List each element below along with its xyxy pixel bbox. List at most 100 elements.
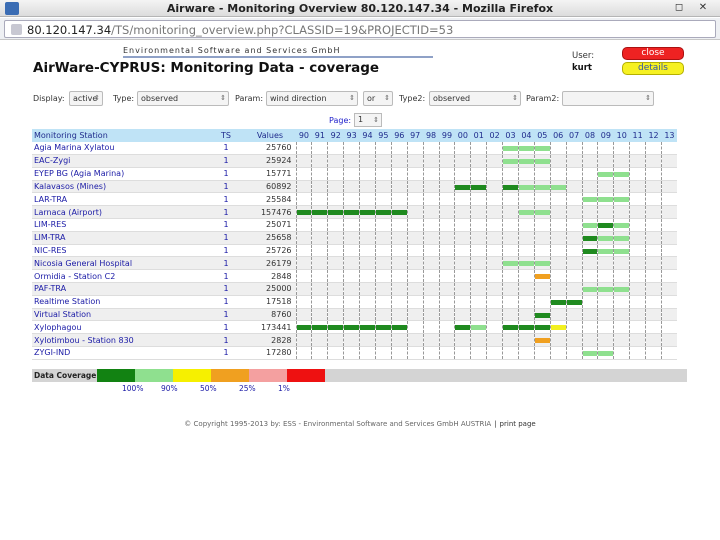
- coverage-bar[interactable]: [518, 145, 534, 151]
- col-header-station[interactable]: Monitoring Station: [32, 129, 204, 142]
- coverage-bar[interactable]: [518, 261, 534, 267]
- coverage-bar[interactable]: [582, 351, 598, 357]
- coverage-bar[interactable]: [614, 171, 630, 177]
- coverage-bar[interactable]: [614, 235, 630, 241]
- station-name-link[interactable]: Xylophagou: [32, 320, 204, 335]
- close-button[interactable]: close: [622, 47, 684, 60]
- values-count: 157476: [248, 205, 296, 220]
- station-name-link[interactable]: Nicosia General Hospital: [32, 256, 204, 271]
- param2-select[interactable]: ⇕: [562, 91, 654, 106]
- coverage-bar[interactable]: [614, 197, 630, 203]
- coverage-bar[interactable]: [503, 184, 518, 190]
- type2-select[interactable]: observed ⇕: [429, 91, 521, 106]
- station-name-link[interactable]: LAR-TRA: [32, 192, 204, 207]
- coverage-bar[interactable]: [534, 145, 550, 151]
- coverage-bar[interactable]: [598, 351, 614, 357]
- coverage-bar[interactable]: [471, 184, 487, 190]
- coverage-bar[interactable]: [598, 197, 614, 203]
- coverage-bar[interactable]: [534, 274, 550, 280]
- coverage-bar[interactable]: [518, 325, 534, 331]
- station-name-link[interactable]: Virtual Station: [32, 308, 204, 322]
- coverage-bar[interactable]: [534, 338, 550, 344]
- coverage-bar[interactable]: [312, 325, 328, 331]
- station-name-link[interactable]: Realtime Station: [32, 295, 204, 309]
- coverage-bar[interactable]: [518, 184, 534, 190]
- coverage-bar[interactable]: [360, 325, 375, 331]
- coverage-bar[interactable]: [534, 210, 550, 216]
- coverage-bar[interactable]: [328, 325, 344, 331]
- coverage-bar[interactable]: [614, 223, 630, 229]
- coverage-bar[interactable]: [391, 325, 407, 331]
- coverage-bar[interactable]: [296, 210, 312, 216]
- year-cell: [311, 180, 328, 194]
- coverage-bar[interactable]: [598, 171, 614, 177]
- coverage-bar[interactable]: [503, 261, 518, 267]
- site-identity-icon[interactable]: [11, 24, 22, 35]
- coverage-bar[interactable]: [344, 325, 360, 331]
- year-header: 97: [407, 129, 424, 142]
- coverage-bar[interactable]: [582, 223, 598, 229]
- coverage-bar[interactable]: [534, 159, 550, 165]
- coverage-bar[interactable]: [598, 235, 614, 241]
- coverage-bar[interactable]: [503, 159, 518, 165]
- coverage-bar[interactable]: [550, 325, 566, 331]
- coverage-bar[interactable]: [471, 325, 487, 331]
- coverage-bar[interactable]: [534, 261, 550, 267]
- coverage-bar[interactable]: [391, 210, 407, 216]
- coverage-bar[interactable]: [614, 248, 630, 254]
- coverage-bar[interactable]: [534, 312, 550, 318]
- year-cell: [470, 320, 487, 335]
- print-page-link[interactable]: print page: [500, 420, 536, 428]
- station-name-link[interactable]: Larnaca (Airport): [32, 205, 204, 220]
- year-cell: [343, 141, 360, 156]
- station-name-link[interactable]: Kalavasos (Mines): [32, 180, 204, 194]
- coverage-bar[interactable]: [582, 287, 598, 293]
- coverage-bar[interactable]: [582, 197, 598, 203]
- coverage-bar[interactable]: [455, 184, 471, 190]
- coverage-bar[interactable]: [344, 210, 360, 216]
- details-button[interactable]: details: [622, 62, 684, 75]
- station-name-link[interactable]: PAF-TRA: [32, 282, 204, 296]
- coverage-bar[interactable]: [598, 248, 614, 254]
- station-name-link[interactable]: Xylotimbou - Station 830: [32, 333, 204, 348]
- coverage-bar[interactable]: [614, 287, 630, 293]
- station-name-link[interactable]: LIM-TRA: [32, 231, 204, 245]
- coverage-bar[interactable]: [360, 210, 375, 216]
- coverage-bar[interactable]: [566, 299, 582, 305]
- address-field[interactable]: 80.120.147.34/TS/monitoring_overview.php…: [4, 20, 716, 38]
- display-select[interactable]: active ⇕: [69, 91, 103, 106]
- coverage-bar[interactable]: [328, 210, 344, 216]
- coverage-bar[interactable]: [503, 325, 518, 331]
- close-window-icon[interactable]: ✕: [696, 1, 710, 15]
- coverage-bar[interactable]: [534, 325, 550, 331]
- coverage-bar[interactable]: [598, 287, 614, 293]
- page-select[interactable]: 1 ⇕: [354, 113, 382, 127]
- station-name-link[interactable]: EYEP BG (Agia Marina): [32, 167, 204, 181]
- coverage-bar[interactable]: [518, 210, 534, 216]
- type-select[interactable]: observed ⇕: [137, 91, 229, 106]
- or-select[interactable]: or ⇕: [363, 91, 393, 106]
- station-name-link[interactable]: ZYGI-IND: [32, 346, 204, 360]
- station-name-link[interactable]: LIM-RES: [32, 218, 204, 232]
- station-name-link[interactable]: Agia Marina Xylatou: [32, 141, 204, 156]
- coverage-bar[interactable]: [534, 184, 550, 190]
- coverage-bar[interactable]: [296, 325, 312, 331]
- coverage-bar[interactable]: [312, 210, 328, 216]
- coverage-bar[interactable]: [598, 223, 614, 229]
- param-select[interactable]: wind direction ⇕: [266, 91, 358, 106]
- coverage-bar[interactable]: [582, 235, 598, 241]
- station-name-link[interactable]: NIC-RES: [32, 244, 204, 258]
- coverage-bar[interactable]: [582, 248, 598, 254]
- maximize-icon[interactable]: ◻: [672, 1, 686, 15]
- coverage-bar[interactable]: [503, 145, 518, 151]
- station-name-link[interactable]: EAC-Zygi: [32, 154, 204, 168]
- coverage-bar[interactable]: [550, 184, 566, 190]
- coverage-bar[interactable]: [375, 325, 391, 331]
- year-cell: [613, 269, 630, 284]
- station-name-link[interactable]: Ormidia - Station C2: [32, 269, 204, 284]
- year-cell: [470, 167, 487, 181]
- coverage-bar[interactable]: [550, 299, 566, 305]
- coverage-bar[interactable]: [518, 159, 534, 165]
- coverage-bar[interactable]: [375, 210, 391, 216]
- coverage-bar[interactable]: [455, 325, 471, 331]
